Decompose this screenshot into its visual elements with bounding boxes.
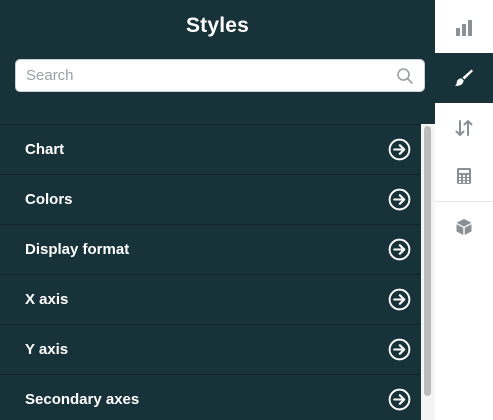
style-sections-list: Chart Colors Display format X axis Y axi… (0, 124, 420, 420)
styles-panel: Styles Chart Colors Display format (0, 0, 435, 420)
rail-item-calculations[interactable] (435, 151, 493, 201)
section-y-axis[interactable]: Y axis (0, 325, 420, 375)
arrow-circle-right-icon[interactable] (388, 338, 411, 361)
section-label: Secondary axes (25, 391, 140, 408)
scrollbar-thumb[interactable] (424, 126, 431, 396)
section-chart[interactable]: Chart (0, 125, 420, 175)
section-label: Display format (25, 241, 130, 258)
scrollbar[interactable] (421, 124, 435, 420)
section-label: Colors (25, 191, 73, 208)
paintbrush-icon (455, 69, 473, 86)
sort-arrows-icon (455, 120, 473, 136)
section-label: Chart (25, 141, 65, 158)
section-secondary-axes[interactable]: Secondary axes (0, 375, 420, 420)
side-toolbar (435, 0, 493, 420)
arrow-circle-right-icon[interactable] (388, 138, 411, 161)
panel-title: Styles (185, 14, 250, 37)
arrow-circle-right-icon[interactable] (388, 288, 411, 311)
arrow-circle-right-icon[interactable] (388, 188, 411, 211)
section-x-axis[interactable]: X axis (0, 275, 420, 325)
cube-icon (456, 219, 472, 235)
search-input[interactable] (26, 60, 386, 91)
section-label: Y axis (25, 341, 69, 358)
arrow-circle-right-icon[interactable] (388, 238, 411, 261)
bar-chart-icon (456, 20, 472, 36)
rail-item-sort[interactable] (435, 103, 493, 153)
rail-item-chart-type[interactable] (435, 3, 493, 53)
calculator-icon (457, 168, 471, 184)
rail-item-3d[interactable] (435, 202, 493, 252)
section-label: X axis (25, 291, 69, 308)
section-display-format[interactable]: Display format (0, 225, 420, 275)
section-colors[interactable]: Colors (0, 175, 420, 225)
rail-item-styles[interactable] (435, 53, 493, 103)
search-box[interactable] (15, 59, 425, 92)
search-icon[interactable] (396, 67, 414, 85)
arrow-circle-right-icon[interactable] (388, 388, 411, 411)
